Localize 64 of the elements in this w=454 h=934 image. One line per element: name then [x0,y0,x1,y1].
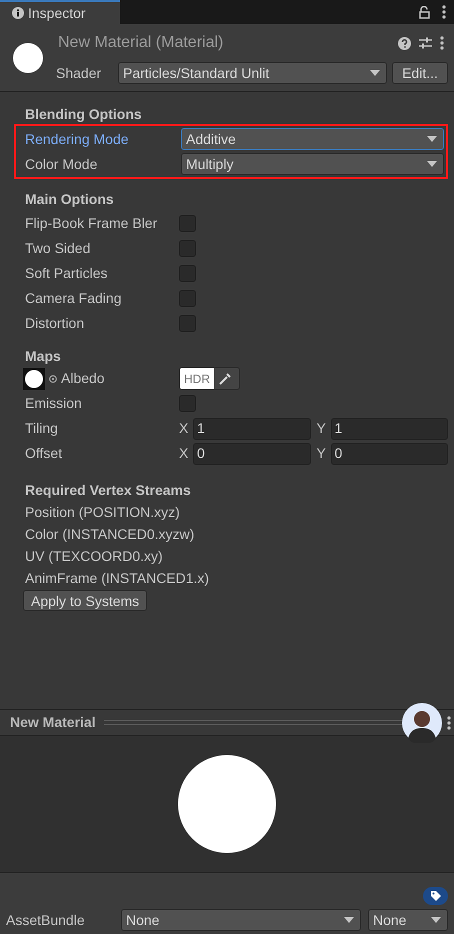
caret-icon [431,917,441,923]
caret-icon [427,136,437,142]
checkbox[interactable] [179,240,196,257]
caret-icon [344,917,354,923]
axis-label: Y [316,444,327,463]
checkbox[interactable] [179,215,196,232]
material-sphere-icon [12,42,44,74]
toggle-label: Soft Particles [25,264,108,283]
preview-title: New Material [10,713,96,732]
caret-icon [427,161,437,167]
checkbox[interactable] [179,315,196,332]
apply-button[interactable]: Apply to Systems [23,590,148,611]
inspector-tab[interactable]: Inspector [0,0,120,24]
stream-item: Color (INSTANCED0.xyzw) [25,525,196,544]
edit-button[interactable]: Edit... [392,62,448,84]
checkbox[interactable] [179,395,196,412]
material-title: New Material (Material) [58,33,224,53]
axis-label: X [179,419,190,438]
caret-icon [370,70,380,76]
mode-dropdown[interactable]: Additive [181,128,444,150]
label-tag-button[interactable] [423,887,448,905]
color-field[interactable]: HDR [179,367,240,390]
field-label: Color Mode [25,154,98,174]
more-icon[interactable] [447,716,451,730]
shader-label: Shader [56,64,102,82]
toggle-label: Distortion [25,314,86,333]
toggle-label: Camera Fading [25,289,122,308]
checkbox[interactable] [179,265,196,282]
checkbox[interactable] [179,290,196,307]
number-field[interactable]: 0 [330,442,448,464]
info-icon [12,7,24,19]
more-icon[interactable] [442,5,446,19]
variant-dropdown[interactable]: None [368,909,448,931]
asset-bundle-label: AssetBundle [6,910,86,930]
texture-slot-icon[interactable] [23,368,45,390]
mode-dropdown[interactable]: Multiply [181,153,444,175]
toggle-label: Flip-Book Frame Bler [25,214,158,233]
bundle-dropdown[interactable]: None [121,909,361,931]
sliders-icon[interactable] [419,36,432,50]
field-label: Rendering Mode [25,130,130,149]
vector-label: Tiling [25,419,59,438]
stream-item: AnimFrame (INSTANCED1.x) [25,569,210,588]
more-icon[interactable] [440,36,444,50]
albedo-label: Albedo [61,369,105,388]
vector-label: Offset [25,444,64,463]
target-icon[interactable] [49,374,57,382]
eyedropper-icon[interactable] [218,372,232,386]
toggle-label: Emission [25,394,83,413]
section-title: Main Options [25,190,115,209]
tag-icon [430,890,442,902]
number-field[interactable]: 1 [330,418,448,440]
lock-icon[interactable] [419,6,430,18]
section-title: Blending Options [25,105,143,124]
number-field[interactable]: 1 [193,418,310,440]
shader-dropdown[interactable]: Particles/Standard Unlit [118,62,387,84]
help-icon[interactable] [398,36,411,50]
stream-item: Position (POSITION.xyz) [25,503,181,522]
toggle-label: Two Sided [25,239,92,258]
axis-label: Y [316,419,327,438]
number-field[interactable]: 0 [193,442,310,464]
section-title: Maps [25,347,62,366]
axis-label: X [179,444,190,463]
section-title: Required Vertex Streams [25,481,192,500]
stream-item: UV (TEXCOORD0.xy) [25,547,164,566]
